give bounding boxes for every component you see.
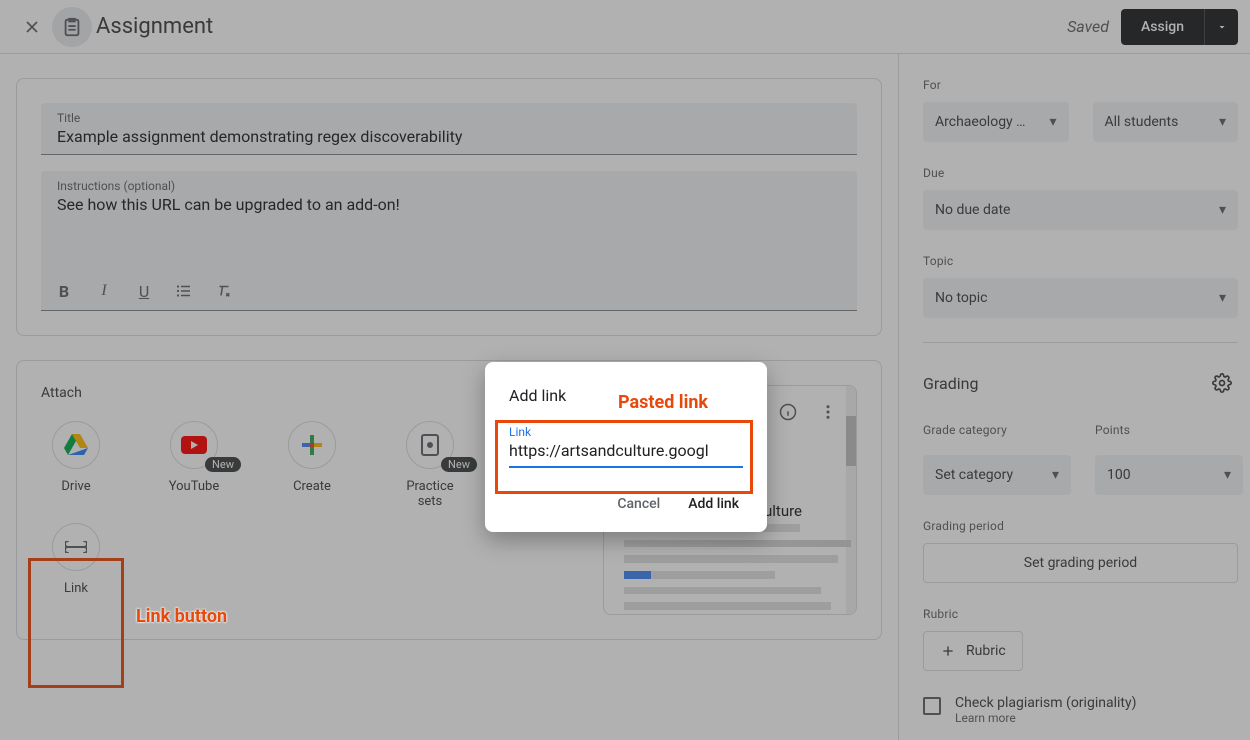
link-input[interactable] [509,439,743,464]
cancel-button[interactable]: Cancel [613,488,664,520]
link-field[interactable]: Link [509,423,743,468]
dialog-title: Add link [509,386,743,405]
link-label: Link [509,425,743,439]
add-link-button[interactable]: Add link [684,488,743,520]
add-link-dialog: Add link Link Cancel Add link [485,362,767,532]
